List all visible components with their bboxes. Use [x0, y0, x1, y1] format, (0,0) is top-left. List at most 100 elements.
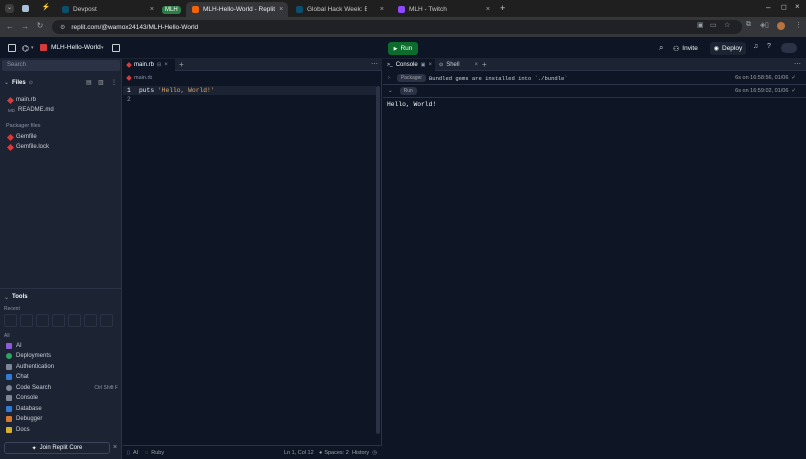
cursor-position[interactable]: Ln 1, Col 12 [284, 450, 314, 456]
new-folder-icon[interactable]: ▥ [98, 79, 104, 86]
recent-tool-slot[interactable] [68, 314, 81, 327]
tools-section-header[interactable]: ⌄ Tools [4, 294, 28, 301]
new-file-icon[interactable]: ▤ [86, 79, 92, 86]
tool-chat[interactable]: Chat [6, 374, 29, 380]
close-icon[interactable]: × [380, 6, 384, 13]
more-icon[interactable]: ⋯ [794, 60, 801, 68]
close-icon[interactable]: × [113, 444, 117, 451]
recent-label: Recent [4, 306, 20, 312]
forward-icon[interactable]: → [17, 22, 33, 31]
shortcut-hint: Ctrl Shift F [94, 385, 118, 391]
replit-logo-icon[interactable]: ⌬ [22, 44, 29, 53]
editor-scrollbar[interactable] [376, 86, 380, 434]
code-line[interactable]: 1 puts 'Hello, World!' [127, 87, 215, 94]
layout-icon[interactable] [112, 44, 120, 52]
browser-tab-twitch[interactable]: MLH - Twitch × [392, 2, 496, 17]
tab-label: Shell [446, 62, 460, 68]
pinned-tab-2[interactable]: ⚡ [40, 3, 52, 14]
tool-database[interactable]: Database [6, 406, 42, 412]
help-icon[interactable]: ? [767, 43, 771, 50]
tool-console[interactable]: Console [6, 395, 38, 401]
close-icon[interactable]: × [279, 6, 283, 13]
address-bar[interactable]: ⚙ replit.com/@wamox24143/MLH-Hello-World [52, 20, 742, 34]
browser-tab-replit[interactable]: MLH-Hello-World - Replit × [186, 2, 288, 17]
close-icon[interactable]: × [164, 62, 168, 68]
ruby-icon [126, 62, 132, 68]
language-status[interactable]: ◌ Ruby [145, 450, 164, 456]
tool-docs[interactable]: Docs [6, 427, 30, 433]
browser-tab-ghw[interactable]: Global Hack Week: Begi × [290, 2, 390, 17]
cast-icon[interactable]: ▭ [710, 21, 717, 29]
back-icon[interactable]: ← [2, 22, 18, 31]
reload-icon[interactable]: ↻ [32, 21, 48, 30]
more-icon[interactable]: ⋮ [111, 79, 117, 86]
deploy-label: Deploy [722, 45, 743, 52]
user-avatar[interactable] [781, 43, 797, 53]
log-time: 6s on 16:59:02, 01/06 [735, 88, 789, 94]
chevron-right-icon: › [388, 75, 390, 81]
chevron-down-icon: ⌄ [4, 80, 10, 86]
minimize-icon[interactable]: – [766, 3, 770, 12]
sidebar-toggle-icon[interactable] [8, 44, 16, 52]
window-close-icon[interactable]: × [795, 2, 800, 11]
tab-console[interactable]: >_ Console ▣ × [383, 59, 435, 71]
tab-search-icon[interactable]: ⌄ [5, 4, 14, 13]
install-app-icon[interactable]: ▣ [697, 21, 704, 29]
run-button[interactable]: ▶ Run [388, 42, 418, 55]
browser-tab-mlh[interactable]: MLH [162, 2, 184, 17]
tool-authentication[interactable]: Authentication [6, 364, 54, 370]
close-icon[interactable]: × [475, 62, 479, 68]
tool-label: Code Search [16, 385, 52, 391]
repl-name[interactable]: MLH-Hello-World [51, 44, 101, 51]
log-row-packager[interactable]: › Packager Bundled gems are installed in… [383, 72, 806, 85]
tool-code-search[interactable]: Code Search Ctrl Shift F [6, 385, 118, 391]
tool-ai[interactable]: AI [6, 343, 22, 349]
bell-icon[interactable]: ♫ [753, 43, 758, 50]
recent-tool-slot[interactable] [100, 314, 113, 327]
ai-status[interactable]: ▯ AI [127, 450, 138, 456]
recent-tool-slot[interactable] [52, 314, 65, 327]
tool-deployments[interactable]: Deployments [6, 353, 51, 359]
close-icon[interactable]: × [486, 6, 490, 13]
sidebar-search-input[interactable]: Search [2, 60, 120, 71]
split-icon[interactable]: ⊟ [157, 62, 161, 68]
extensions-icon[interactable]: ⧉ [746, 21, 751, 29]
console-pane: >_ Console ▣ × ⊙ Shell × + ⋯ › Packager … [383, 59, 806, 459]
add-tab-icon[interactable]: + [179, 60, 184, 69]
files-section-header[interactable]: ⌄ Files ⊙ [4, 79, 33, 87]
indent-setting[interactable]: ● Spaces: 2 [319, 450, 349, 456]
tab-main-rb[interactable]: main.rb ⊟ × [123, 59, 175, 71]
log-row-run[interactable]: ⌄ Run 6s on 16:59:02, 01/06 ✓ [383, 85, 806, 98]
close-icon[interactable]: × [150, 6, 154, 13]
trash-icon[interactable]: ▣ [421, 62, 426, 68]
recent-tool-slot[interactable] [36, 314, 49, 327]
file-readme[interactable]: MD README.md [8, 107, 54, 113]
site-info-icon[interactable]: ⚙ [60, 24, 65, 31]
add-tab-icon[interactable]: + [482, 60, 487, 69]
file-main-rb[interactable]: main.rb [6, 96, 36, 104]
new-tab-icon[interactable]: + [500, 3, 505, 13]
recent-tool-slot[interactable] [4, 314, 17, 327]
recent-tool-slot[interactable] [84, 314, 97, 327]
history-button[interactable]: History ◷ [352, 450, 377, 456]
join-core-button[interactable]: ✦ Join Replit Core [4, 442, 110, 454]
profile-avatar[interactable] [777, 22, 785, 30]
close-icon[interactable]: × [428, 62, 432, 68]
bookmark-star-icon[interactable]: ☆ [724, 21, 730, 29]
search-icon[interactable]: ⌕ [659, 43, 663, 53]
file-gemfile[interactable]: Gemfile [6, 133, 37, 141]
invite-button[interactable]: ⚇ Invite [673, 42, 698, 55]
more-menu-icon[interactable]: ⋮ [795, 21, 802, 29]
sidebar-icon[interactable]: ▯ [765, 21, 769, 29]
tool-label: AI [16, 343, 22, 349]
deploy-button[interactable]: ◉ Deploy [710, 42, 746, 55]
pinned-tab-1[interactable] [20, 3, 32, 14]
recent-tool-slot[interactable] [20, 314, 33, 327]
more-icon[interactable]: ⋯ [371, 60, 378, 68]
tool-debugger[interactable]: Debugger [6, 416, 42, 422]
tab-shell[interactable]: ⊙ Shell × [439, 59, 481, 71]
file-gemfile-lock[interactable]: Gemfile.lock [6, 143, 49, 151]
browser-tab-devpost[interactable]: Devpost × [56, 2, 160, 17]
maximize-icon[interactable]: ◻ [781, 3, 787, 11]
code-line[interactable]: 2 [127, 96, 131, 103]
